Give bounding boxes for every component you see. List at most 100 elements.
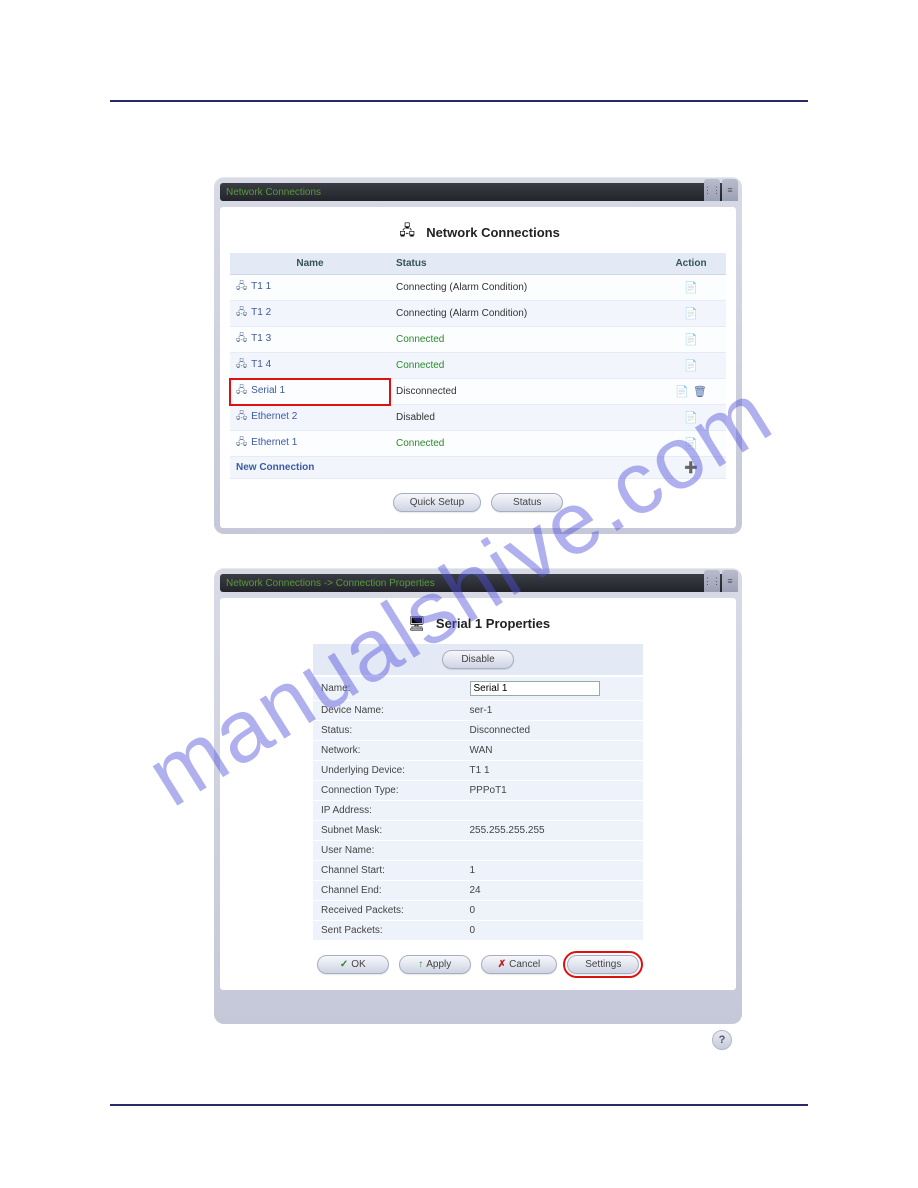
connection-icon: 🖧: [236, 411, 247, 422]
status-button[interactable]: Status: [491, 493, 563, 512]
property-value: ser-1: [462, 701, 644, 721]
panel-heading: 🖥 Serial 1 Properties: [230, 608, 726, 644]
connection-icon: 🖧: [236, 385, 247, 396]
connection-properties-window: Network Connections -> Connection Proper…: [214, 568, 742, 1024]
connection-status: Disabled: [390, 405, 656, 431]
button-row: Quick Setup Status: [230, 493, 726, 512]
edit-icon[interactable]: 📄: [684, 308, 698, 320]
titlebar-nav-icon[interactable]: ⋮⋮: [704, 179, 720, 201]
titlebar: Network Connections -> Connection Proper…: [220, 574, 736, 592]
property-label: Subnet Mask:: [313, 821, 462, 841]
connection-action-cell: 📄🗑: [656, 379, 726, 405]
property-row: Underlying Device:T1 1: [313, 761, 643, 781]
property-label: Connection Type:: [313, 781, 462, 801]
panel-heading: 🖧 Network Connections: [230, 217, 726, 253]
property-label: Underlying Device:: [313, 761, 462, 781]
property-row: Received Packets:0: [313, 901, 643, 921]
table-row: 🖧 T1 3 Connected 📄: [230, 327, 726, 353]
connection-action-cell: 📄: [656, 405, 726, 431]
connection-name: T1 1: [251, 281, 271, 292]
titlebar-menu-icon[interactable]: ≡: [722, 179, 738, 201]
network-connections-window: Network Connections ⋮⋮ ≡ 🖧 Network Conne…: [214, 177, 742, 534]
edit-icon[interactable]: 📄: [675, 386, 689, 398]
panel-body: 🖧 Network Connections Name Status Action…: [220, 207, 736, 528]
new-connection-row[interactable]: New Connection ➕: [230, 457, 726, 479]
add-icon[interactable]: ➕: [684, 462, 698, 474]
table-row: 🖧 T1 1 Connecting (Alarm Condition) 📄: [230, 275, 726, 301]
property-label: IP Address:: [313, 801, 462, 821]
bottom-divider: [110, 1104, 808, 1106]
help-button[interactable]: ?: [712, 1030, 732, 1050]
connection-icon: 🖧: [236, 307, 247, 318]
connection-status: Connected: [390, 327, 656, 353]
connection-icon: 🖧: [236, 333, 247, 344]
property-value: 1: [462, 861, 644, 881]
connection-name-cell[interactable]: 🖧 Ethernet 2: [230, 405, 390, 431]
table-row: 🖧 Ethernet 2 Disabled 📄: [230, 405, 726, 431]
table-row: 🖧 T1 2 Connecting (Alarm Condition) 📄: [230, 301, 726, 327]
connection-name-cell[interactable]: 🖧Ethernet 1: [230, 431, 390, 457]
property-row: Connection Type:PPPoT1: [313, 781, 643, 801]
quick-setup-button[interactable]: Quick Setup: [393, 493, 481, 512]
property-row: Name:: [313, 677, 643, 701]
connection-name: T1 3: [251, 333, 271, 344]
serial-icon: 🖥: [406, 614, 428, 632]
connection-action-cell: 📄: [656, 301, 726, 327]
connection-name-cell[interactable]: 🖧T1 4: [230, 353, 390, 379]
titlebar-nav-icon[interactable]: ⋮⋮: [704, 570, 720, 592]
connection-status: Connected: [390, 353, 656, 379]
connection-name-cell[interactable]: 🖧Serial 1: [230, 379, 390, 405]
property-value: 255.255.255.255: [462, 821, 644, 841]
connection-action-cell: 📄: [656, 327, 726, 353]
edit-icon[interactable]: 📄: [684, 438, 698, 450]
property-label: Channel Start:: [313, 861, 462, 881]
top-divider: [110, 100, 808, 102]
button-row: ✓OK ↑Apply ✗Cancel Settings: [230, 955, 726, 974]
disable-row: Disable: [313, 644, 643, 675]
panel-body: 🖥 Serial 1 Properties Disable Name:Devic…: [220, 598, 736, 990]
property-value: T1 1: [462, 761, 644, 781]
titlebar-menu-icon[interactable]: ≡: [722, 570, 738, 592]
connection-status: Connecting (Alarm Condition): [390, 301, 656, 327]
table-row: 🖧T1 4Connected 📄: [230, 353, 726, 379]
property-label: Name:: [313, 677, 462, 701]
settings-button[interactable]: Settings: [567, 955, 639, 974]
edit-icon[interactable]: 📄: [684, 282, 698, 294]
connections-table: Name Status Action 🖧T1 1Connecting (Alar…: [230, 253, 726, 479]
property-label: Network:: [313, 741, 462, 761]
connection-status: Disconnected: [390, 379, 656, 405]
connection-name-cell[interactable]: 🖧 T1 2: [230, 301, 390, 327]
name-input[interactable]: [470, 681, 600, 696]
property-value: Disconnected: [462, 721, 644, 741]
titlebar-text: Network Connections: [226, 187, 321, 198]
disable-button[interactable]: Disable: [442, 650, 514, 669]
edit-icon[interactable]: 📄: [684, 412, 698, 424]
property-row: Sent Packets:0: [313, 921, 643, 941]
ok-button[interactable]: ✓OK: [317, 955, 389, 974]
col-status: Status: [390, 253, 656, 275]
property-value: 0: [462, 901, 644, 921]
table-row: 🖧Serial 1Disconnected📄🗑: [230, 379, 726, 405]
edit-icon[interactable]: 📄: [684, 334, 698, 346]
connection-status: Connected: [390, 431, 656, 457]
connection-name-cell[interactable]: 🖧 T1 3: [230, 327, 390, 353]
property-value: [462, 841, 644, 861]
property-row: Network:WAN: [313, 741, 643, 761]
connection-name-cell[interactable]: 🖧 T1 1: [230, 275, 390, 301]
delete-icon[interactable]: 🗑: [693, 386, 707, 398]
edit-icon[interactable]: 📄: [684, 360, 698, 372]
connection-icon: 🖧: [236, 281, 247, 292]
property-value: PPPoT1: [462, 781, 644, 801]
network-icon: 🖧: [396, 223, 418, 241]
col-name: Name: [230, 253, 390, 275]
property-row: User Name:: [313, 841, 643, 861]
connection-status: Connecting (Alarm Condition): [390, 275, 656, 301]
connection-name: T1 2: [251, 307, 271, 318]
property-row: Subnet Mask:255.255.255.255: [313, 821, 643, 841]
apply-button[interactable]: ↑Apply: [399, 955, 471, 974]
connection-name: Ethernet 2: [251, 411, 297, 422]
property-row: Channel End:24: [313, 881, 643, 901]
property-label: User Name:: [313, 841, 462, 861]
new-connection-label[interactable]: New Connection: [230, 457, 390, 479]
cancel-button[interactable]: ✗Cancel: [481, 955, 558, 974]
